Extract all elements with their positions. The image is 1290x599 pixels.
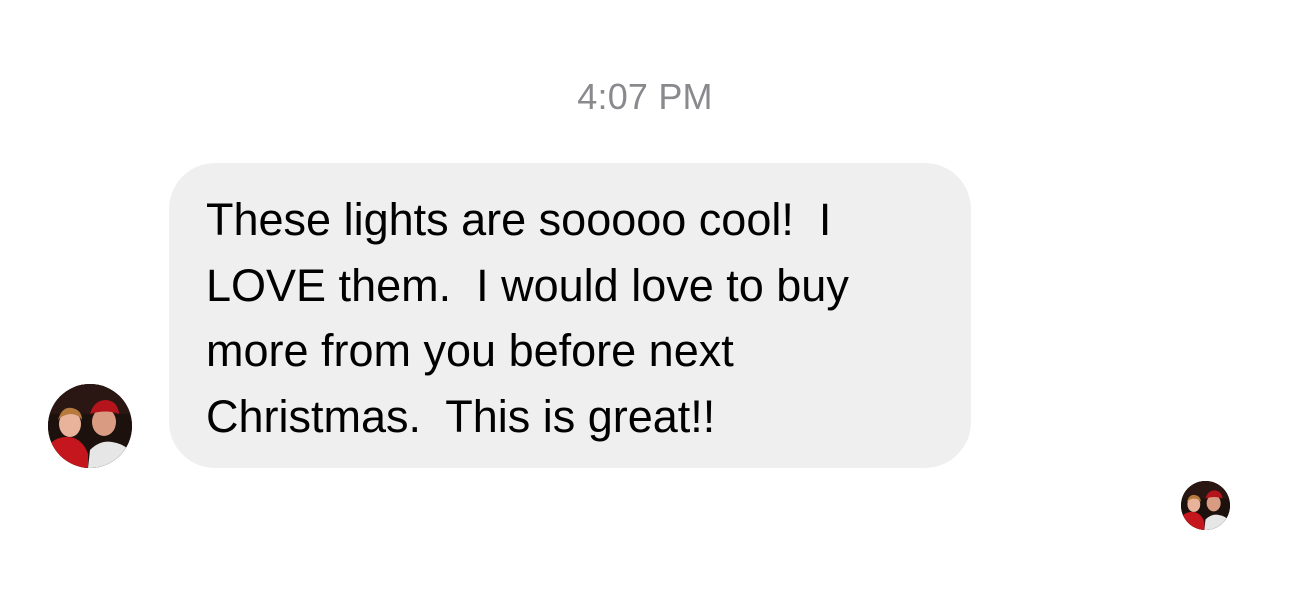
message-text: These lights are sooooo cool! I LOVE the… <box>206 194 849 442</box>
message-timestamp: 4:07 PM <box>577 76 713 117</box>
contact-photo-icon <box>1181 481 1230 530</box>
contact-photo-icon <box>48 384 132 468</box>
received-message-bubble[interactable]: These lights are sooooo cool! I LOVE the… <box>169 163 971 468</box>
read-receipt-avatar <box>1181 481 1230 530</box>
sender-avatar[interactable] <box>48 384 132 468</box>
